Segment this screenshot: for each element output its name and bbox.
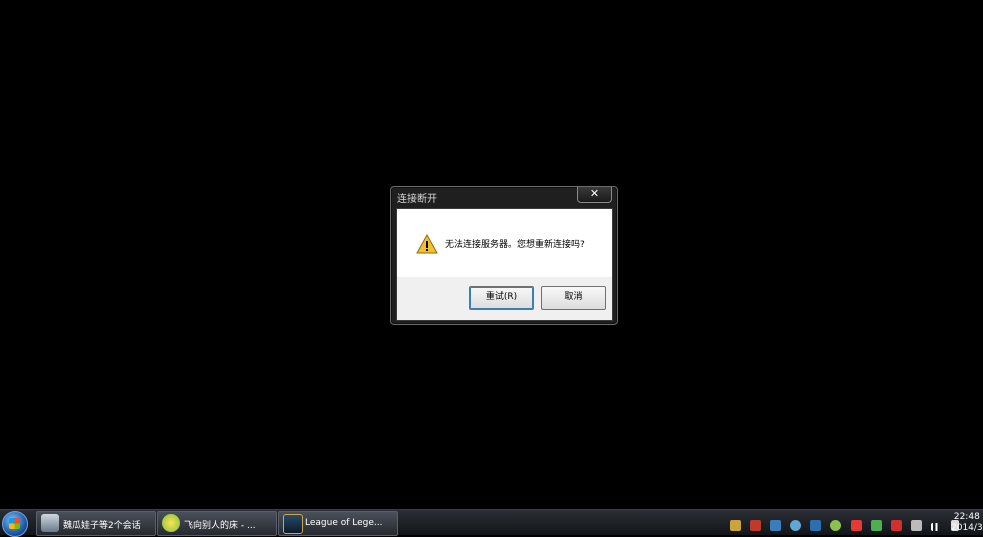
power-icon[interactable] bbox=[910, 520, 922, 531]
taskbar-item-chat[interactable]: 魏瓜娃子等2个会话 bbox=[36, 511, 156, 536]
taskbar-clock[interactable]: 22:48 2014/3 bbox=[951, 512, 983, 534]
clock-date: 2014/3 bbox=[951, 523, 983, 533]
action-center-flag-icon[interactable] bbox=[890, 520, 902, 531]
tray-app-icon[interactable] bbox=[750, 520, 762, 531]
chat-avatar-icon bbox=[41, 514, 59, 532]
tray-app-icon[interactable] bbox=[730, 520, 741, 531]
cancel-button[interactable]: 取消 bbox=[541, 286, 606, 310]
dialog-message: 无法连接服务器。您想重新连接吗? bbox=[445, 240, 585, 250]
clock-time: 22:48 bbox=[953, 512, 980, 522]
tray-app-icon[interactable] bbox=[870, 520, 882, 531]
dialog-content: 无法连接服务器。您想重新连接吗? 重试(R) 取消 bbox=[396, 208, 613, 321]
tray-app-icon[interactable] bbox=[770, 520, 782, 531]
taskbar: 魏瓜娃子等2个会话 飞向别人的床 - ... League of Lege...… bbox=[0, 509, 983, 537]
taskbar-item-league[interactable]: League of Lege... bbox=[278, 511, 398, 536]
tray-app-icon[interactable] bbox=[850, 520, 862, 531]
music-player-icon bbox=[162, 514, 180, 532]
close-icon: ✕ bbox=[589, 187, 600, 200]
system-tray bbox=[730, 516, 963, 531]
start-button[interactable] bbox=[2, 511, 28, 537]
taskbar-item-music[interactable]: 飞向别人的床 - ... bbox=[157, 511, 277, 536]
dialog-title: 连接断开 bbox=[397, 194, 437, 205]
task-label: League of Lege... bbox=[305, 518, 383, 528]
retry-button[interactable]: 重试(R) bbox=[469, 286, 534, 310]
league-of-legends-icon bbox=[283, 514, 303, 534]
dialog-title-bar[interactable]: 连接断开 ✕ bbox=[391, 187, 617, 207]
close-button[interactable]: ✕ bbox=[577, 187, 612, 203]
message-area: 无法连接服务器。您想重新连接吗? bbox=[397, 209, 612, 277]
network-signal-icon[interactable] bbox=[930, 523, 942, 531]
tray-app-icon[interactable] bbox=[810, 520, 822, 531]
connection-lost-dialog: 连接断开 ✕ 无法连接服务器。您想重新连接吗? 重试(R) 取消 bbox=[390, 186, 618, 325]
warning-icon bbox=[416, 234, 438, 254]
task-label: 飞向别人的床 - ... bbox=[184, 521, 256, 531]
tray-app-icon[interactable] bbox=[830, 520, 842, 531]
tray-app-icon[interactable] bbox=[790, 520, 802, 531]
task-label: 魏瓜娃子等2个会话 bbox=[63, 521, 141, 531]
